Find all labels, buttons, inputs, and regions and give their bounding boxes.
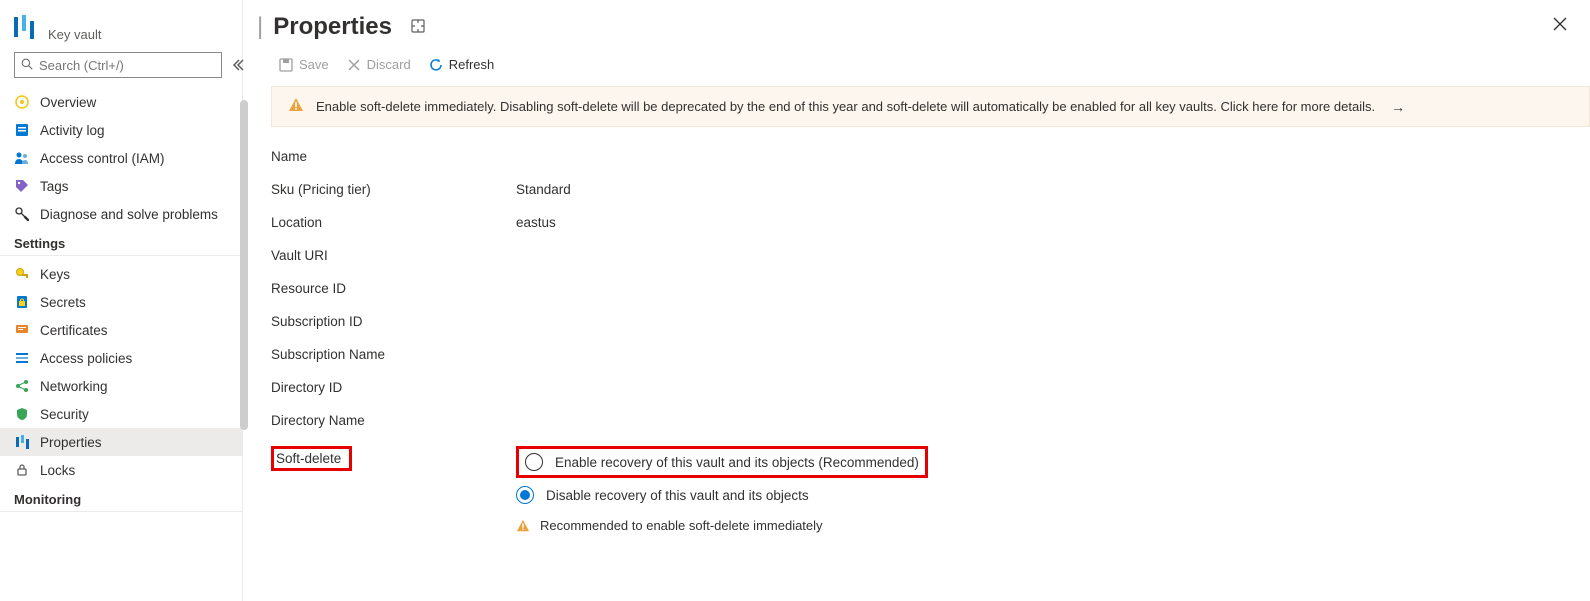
prop-name-label: Name bbox=[271, 149, 516, 164]
activity-log-icon bbox=[14, 122, 30, 138]
sidebar-item-activity-log[interactable]: Activity log bbox=[0, 116, 242, 144]
page-title: Properties bbox=[273, 13, 392, 41]
save-label: Save bbox=[299, 57, 329, 72]
radio-enable-label: Enable recovery of this vault and its ob… bbox=[555, 455, 919, 470]
sidebar-item-label: Activity log bbox=[40, 123, 105, 138]
sidebar: Key vault Overview Activity log Access c bbox=[0, 0, 243, 601]
access-policies-icon bbox=[14, 350, 30, 366]
sidebar-item-access-policies[interactable]: Access policies bbox=[0, 344, 242, 372]
warning-icon bbox=[516, 519, 530, 533]
prop-resourceid-label: Resource ID bbox=[271, 281, 516, 296]
resource-type-label: Key vault bbox=[48, 27, 101, 42]
prop-subscriptionid-label: Subscription ID bbox=[271, 314, 516, 329]
radio-icon bbox=[525, 453, 543, 471]
sidebar-item-security[interactable]: Security bbox=[0, 400, 242, 428]
discard-button[interactable]: Discard bbox=[347, 57, 411, 72]
keys-icon bbox=[14, 266, 30, 282]
prop-subscriptionname-label: Subscription Name bbox=[271, 347, 516, 362]
toolbar: Save Discard Refresh bbox=[243, 49, 1590, 82]
prop-vaulturi-label: Vault URI bbox=[271, 248, 516, 263]
sidebar-item-networking[interactable]: Networking bbox=[0, 372, 242, 400]
sidebar-search[interactable] bbox=[14, 52, 222, 78]
sidebar-item-label: Properties bbox=[40, 435, 102, 450]
softdelete-warning: Recommended to enable soft-delete immedi… bbox=[516, 518, 928, 533]
softdelete-warning-text: Recommended to enable soft-delete immedi… bbox=[540, 518, 823, 533]
sidebar-section-monitoring: Monitoring bbox=[0, 484, 242, 512]
radio-disable-recovery[interactable]: Disable recovery of this vault and its o… bbox=[516, 486, 928, 504]
sidebar-item-tags[interactable]: Tags bbox=[0, 172, 242, 200]
sidebar-item-label: Diagnose and solve problems bbox=[40, 207, 218, 222]
security-icon bbox=[14, 406, 30, 422]
prop-location-value: eastus bbox=[516, 215, 556, 230]
softdelete-radio-group: Enable recovery of this vault and its ob… bbox=[516, 446, 928, 533]
sidebar-item-label: Overview bbox=[40, 95, 96, 110]
certificates-icon bbox=[14, 322, 30, 338]
sidebar-section-settings: Settings bbox=[0, 228, 242, 256]
sidebar-item-label: Locks bbox=[40, 463, 75, 478]
keyvault-logo-icon bbox=[14, 15, 36, 42]
sidebar-item-properties[interactable]: Properties bbox=[0, 428, 242, 456]
properties-icon bbox=[14, 434, 30, 450]
diagnose-icon bbox=[14, 206, 30, 222]
prop-directoryname-label: Directory Name bbox=[271, 413, 516, 428]
refresh-button[interactable]: Refresh bbox=[429, 57, 495, 72]
sidebar-item-keys[interactable]: Keys bbox=[0, 260, 242, 288]
pin-button[interactable] bbox=[410, 18, 426, 37]
search-input[interactable] bbox=[39, 58, 215, 73]
sidebar-item-label: Networking bbox=[40, 379, 108, 394]
sidebar-item-label: Certificates bbox=[40, 323, 108, 338]
radio-disable-label: Disable recovery of this vault and its o… bbox=[546, 488, 809, 503]
secrets-icon bbox=[14, 294, 30, 310]
highlight-softdelete-label: Soft-delete bbox=[271, 446, 352, 471]
prop-softdelete-label: Soft-delete bbox=[276, 451, 341, 466]
arrow-right-icon: → bbox=[1391, 99, 1405, 115]
sidebar-item-label: Security bbox=[40, 407, 89, 422]
locks-icon bbox=[14, 462, 30, 478]
search-icon bbox=[21, 58, 33, 73]
sidebar-item-label: Access control (IAM) bbox=[40, 151, 165, 166]
prop-sku-value: Standard bbox=[516, 182, 571, 197]
radio-enable-recovery[interactable]: Enable recovery of this vault and its ob… bbox=[525, 453, 919, 471]
networking-icon bbox=[14, 378, 30, 394]
soft-delete-banner[interactable]: Enable soft-delete immediately. Disablin… bbox=[271, 86, 1590, 127]
overview-icon bbox=[14, 94, 30, 110]
save-button[interactable]: Save bbox=[279, 57, 329, 72]
warning-icon bbox=[288, 97, 304, 116]
sidebar-item-label: Access policies bbox=[40, 351, 132, 366]
sidebar-item-label: Keys bbox=[40, 267, 70, 282]
sidebar-item-label: Secrets bbox=[40, 295, 86, 310]
sidebar-item-access-control[interactable]: Access control (IAM) bbox=[0, 144, 242, 172]
access-control-icon bbox=[14, 150, 30, 166]
discard-label: Discard bbox=[367, 57, 411, 72]
tags-icon bbox=[14, 178, 30, 194]
sidebar-item-overview[interactable]: Overview bbox=[0, 88, 242, 116]
close-button[interactable] bbox=[1552, 16, 1568, 35]
radio-icon-selected bbox=[516, 486, 534, 504]
sidebar-item-label: Tags bbox=[40, 179, 69, 194]
refresh-label: Refresh bbox=[449, 57, 495, 72]
highlight-softdelete-enable: Enable recovery of this vault and its ob… bbox=[516, 446, 928, 478]
sidebar-item-secrets[interactable]: Secrets bbox=[0, 288, 242, 316]
prop-directoryid-label: Directory ID bbox=[271, 380, 516, 395]
prop-location-label: Location bbox=[271, 215, 516, 230]
main-pane: | Properties Save Discard Refresh bbox=[243, 0, 1590, 601]
breadcrumb-separator: | bbox=[257, 13, 267, 41]
prop-sku-label: Sku (Pricing tier) bbox=[271, 182, 516, 197]
sidebar-item-certificates[interactable]: Certificates bbox=[0, 316, 242, 344]
sidebar-item-diagnose[interactable]: Diagnose and solve problems bbox=[0, 200, 242, 228]
sidebar-item-locks[interactable]: Locks bbox=[0, 456, 242, 484]
banner-text: Enable soft-delete immediately. Disablin… bbox=[316, 99, 1375, 114]
